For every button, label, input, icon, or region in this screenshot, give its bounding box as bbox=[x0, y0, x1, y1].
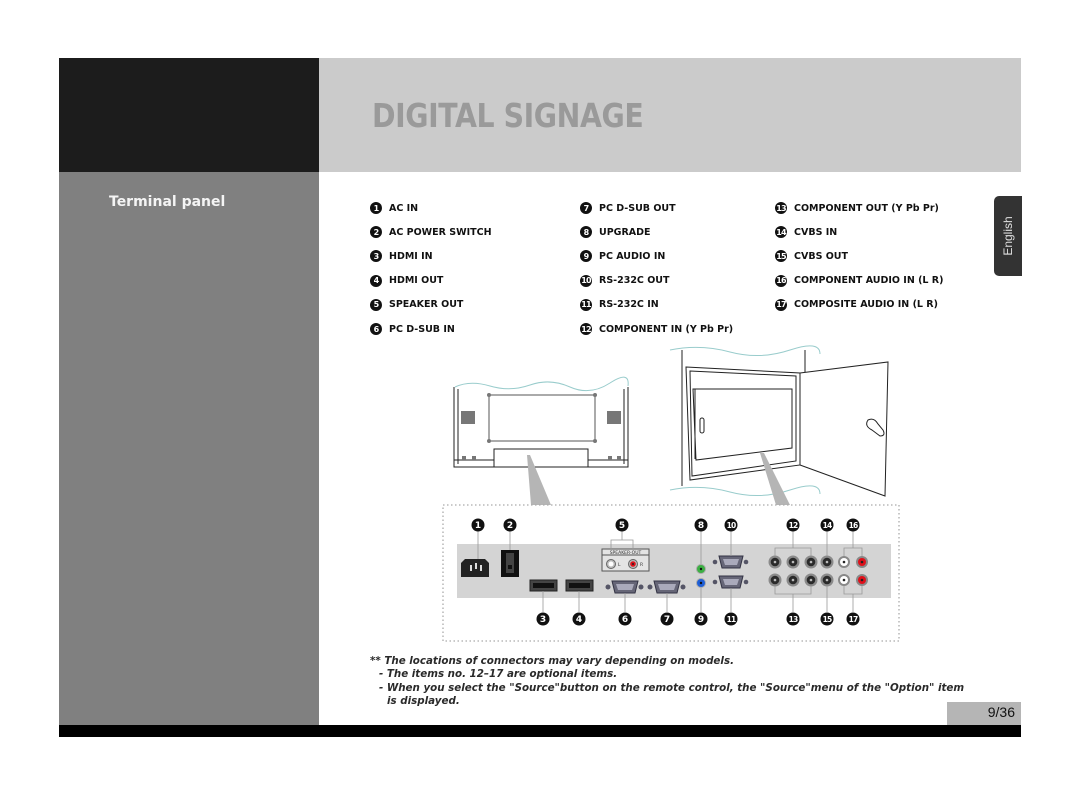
note-line-2: - The items no. 12–17 are optional items… bbox=[379, 668, 618, 681]
callout-number: 7 bbox=[664, 615, 670, 625]
note-line-1: ** The locations of connectors may vary … bbox=[370, 655, 734, 667]
callout-number: 1 bbox=[475, 521, 481, 531]
rca-jack-pin bbox=[809, 578, 813, 582]
ac-in-port bbox=[461, 559, 489, 577]
rear-view-drawing bbox=[453, 376, 629, 468]
callouts-top: 1 2 5 8 10 12 14 16 bbox=[471, 518, 860, 532]
callout-number: 3 bbox=[540, 615, 546, 625]
callout-number: 17 bbox=[849, 615, 858, 624]
rca-jack-pin bbox=[773, 560, 777, 564]
rca-jack-pin bbox=[825, 578, 829, 582]
page-number: 9/36 bbox=[987, 704, 1015, 720]
rca-jack-pin bbox=[809, 560, 813, 564]
rca-jack-pin bbox=[791, 560, 795, 564]
cabinet-drawing bbox=[669, 345, 889, 497]
speaker-out-block: SPEAKER-OUT L R bbox=[601, 548, 650, 572]
notes: ** The locations of connectors may vary … bbox=[370, 655, 964, 708]
hdmi-out-slot bbox=[569, 583, 590, 588]
callout-number: 6 bbox=[622, 615, 628, 625]
callout-number: 9 bbox=[698, 615, 704, 625]
callout-number: 11 bbox=[727, 615, 736, 624]
rca-jack-pin bbox=[825, 560, 829, 564]
page-number-box: 9/36 bbox=[947, 702, 1021, 725]
callout-number: 8 bbox=[698, 521, 704, 531]
callouts-bottom: 3 4 6 7 9 11 13 15 17 bbox=[536, 612, 860, 626]
callout-number: 12 bbox=[789, 521, 798, 530]
callout-number: 10 bbox=[727, 521, 736, 530]
callout-number: 4 bbox=[576, 615, 582, 625]
callout-number: 14 bbox=[823, 521, 832, 530]
rca-jack-pin bbox=[773, 578, 777, 582]
speaker-out-label: SPEAKER-OUT bbox=[610, 550, 642, 556]
callout-number: 13 bbox=[789, 615, 798, 624]
callout-number: 5 bbox=[619, 521, 625, 531]
upgrade-port-pin bbox=[699, 567, 703, 571]
note-line-3: - When you select the "Source"button on … bbox=[379, 681, 965, 694]
ac-power-switch bbox=[501, 550, 519, 577]
rca-jack-pin bbox=[791, 578, 795, 582]
zoom-arrow-right bbox=[760, 453, 790, 505]
footer-bar bbox=[59, 725, 1021, 737]
hdmi-in-slot bbox=[533, 583, 554, 588]
speaker-right-label: R bbox=[640, 562, 643, 568]
callout-number: 16 bbox=[849, 521, 858, 530]
note-line-4: is displayed. bbox=[387, 694, 460, 707]
callout-number: 2 bbox=[507, 521, 513, 531]
callout-number: 15 bbox=[823, 615, 832, 624]
pc-audio-in-port-pin bbox=[699, 581, 703, 585]
